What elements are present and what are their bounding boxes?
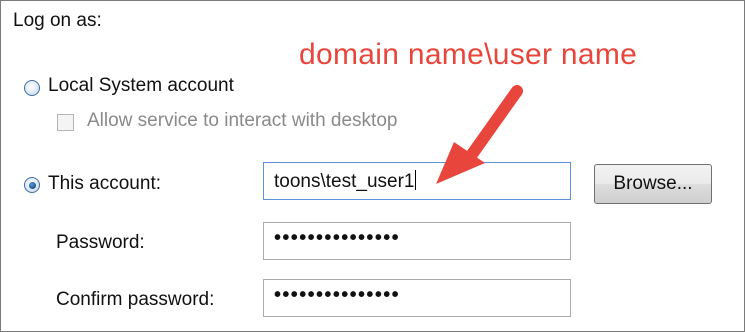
annotation-arrow-icon <box>436 85 523 184</box>
